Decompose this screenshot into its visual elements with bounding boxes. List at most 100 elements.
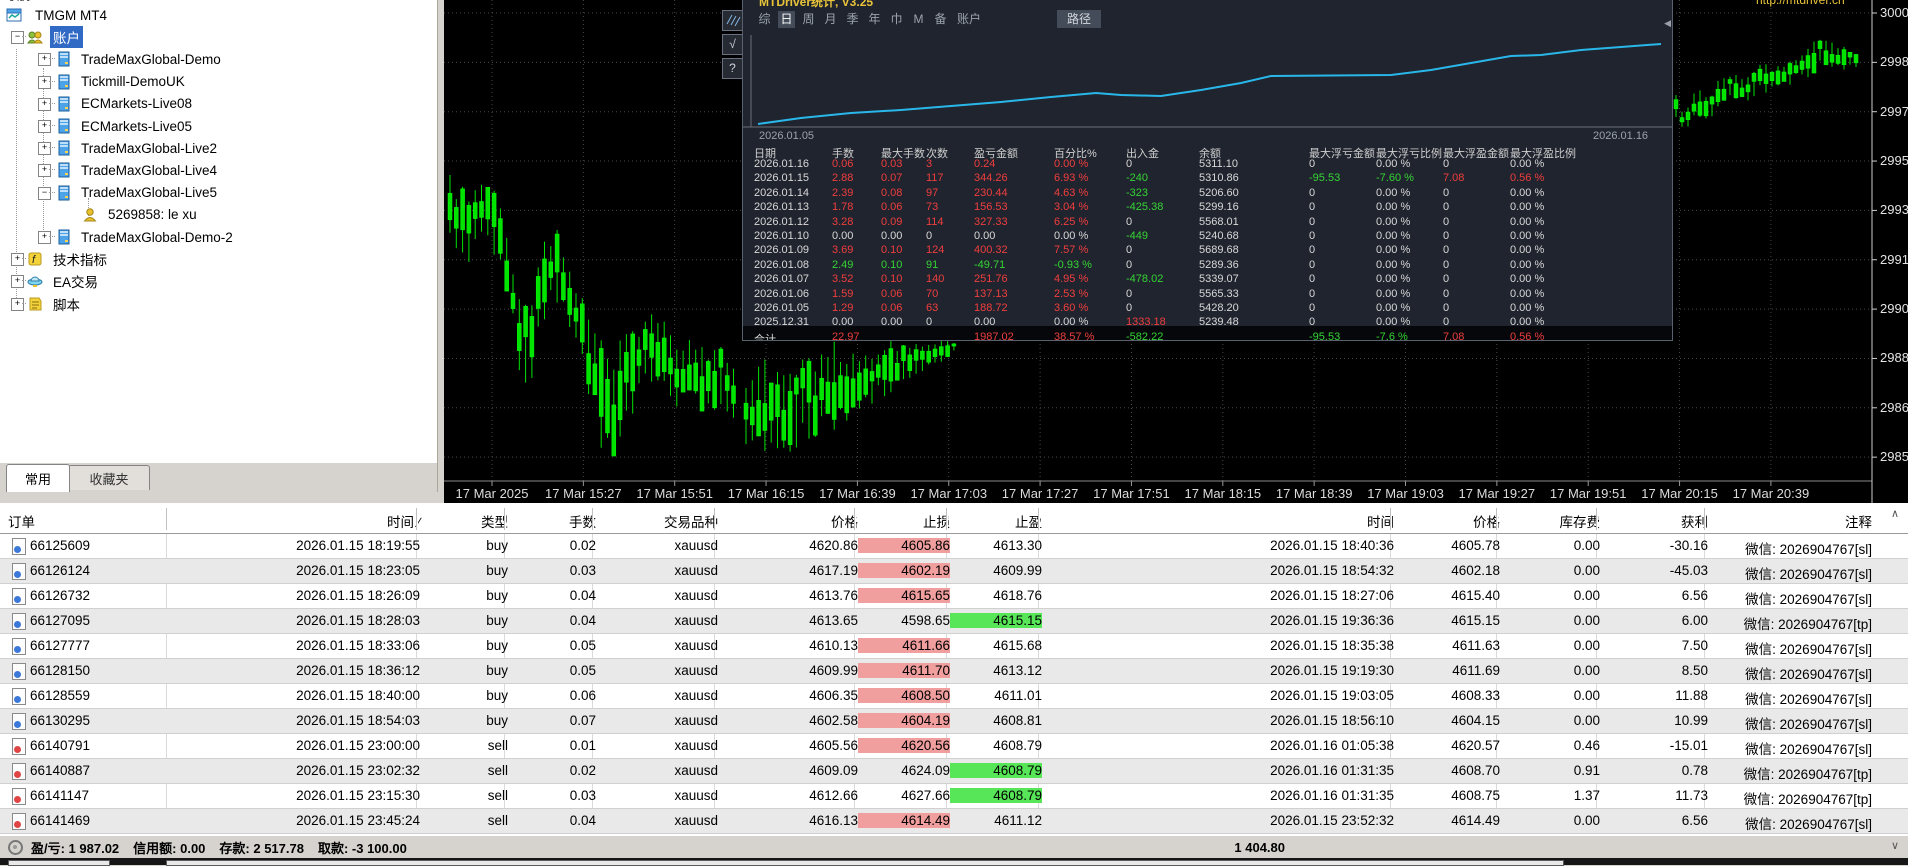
stats-cell: 0.08 xyxy=(881,186,903,199)
orders-header-lots[interactable]: 手数 xyxy=(508,511,596,531)
order-cell-tp: 4611.12 xyxy=(994,813,1042,828)
orders-header-tp[interactable]: 止盈 xyxy=(950,511,1042,531)
stats-cell: 0 xyxy=(1443,201,1450,214)
collapse-minus-icon[interactable]: − xyxy=(11,31,24,45)
question-button[interactable]: ? xyxy=(722,58,743,79)
order-row-66140887[interactable]: 66140887 2026.01.15 23:02:32 sell 0.02 xauus… xyxy=(0,759,1908,784)
orders-header-price[interactable]: 价格 xyxy=(718,511,858,531)
sidebar-item-tmgm-mt4[interactable]: TMGM MT4 xyxy=(0,4,437,26)
order-cell-close_price: 4602.18 xyxy=(1451,563,1500,578)
order-cell-close_price: 4608.75 xyxy=(1451,788,1500,803)
order-cell-swap: 0.00 xyxy=(1573,563,1600,578)
order-cell-close_time: 2026.01.16 01:31:35 xyxy=(1270,763,1394,778)
expand-plus-icon[interactable]: + xyxy=(38,53,51,67)
chart-url-watermark: http://mtdriver.cn xyxy=(1756,0,1845,7)
order-cell-tp: 4613.30 xyxy=(993,538,1042,553)
stats-cell: 3.60 % xyxy=(1054,302,1089,314)
sidebar-item--[interactable]: + f 技术指标 xyxy=(0,248,437,270)
orders-header-separator xyxy=(714,508,716,530)
orders-header-sl[interactable]: 止损 xyxy=(858,511,950,531)
stats-cell: 400.32 xyxy=(974,244,1008,257)
order-row-66126732[interactable]: 66126732 2026.01.15 18:26:09 buy 0.04 xauusd… xyxy=(0,584,1908,609)
expand-plus-icon[interactable]: + xyxy=(38,164,51,178)
order-cell-tp: 4613.12 xyxy=(993,663,1042,678)
orders-header-id[interactable]: 订单 xyxy=(8,511,170,531)
order-row-66125609[interactable]: 66125609 2026.01.15 18:19:55 buy 0.02 xauusd… xyxy=(0,534,1908,559)
stats-cell: 3.28 xyxy=(832,215,854,228)
stats-cell: 0 xyxy=(1443,244,1450,257)
stats-cell: 0 xyxy=(1443,316,1450,329)
orders-header-close_price[interactable]: 价格 xyxy=(1394,511,1500,531)
order-cell-symbol: xauusd xyxy=(674,538,718,553)
stats-cell: 0 xyxy=(926,316,933,329)
expand-plus-icon[interactable]: + xyxy=(11,253,24,267)
orders-header-open_time[interactable]: 时间 ∕ xyxy=(170,511,420,531)
order-row-66130295[interactable]: 66130295 2026.01.15 18:54:03 buy 0.07 xauusd… xyxy=(0,709,1908,734)
order-row-66126124[interactable]: 66126124 2026.01.15 18:23:05 buy 0.03 xauusd… xyxy=(0,559,1908,584)
expand-plus-icon[interactable]: + xyxy=(38,142,51,156)
ea-icon xyxy=(27,273,43,289)
order-cell-type: buy xyxy=(486,663,508,678)
collapse-minus-icon[interactable]: − xyxy=(38,186,51,200)
sidebar-item-5269858-le-xu[interactable]: 5269858: le xu xyxy=(0,204,437,226)
order-row-66127777[interactable]: 66127777 2026.01.15 18:33:06 buy 0.05 xauusd… xyxy=(0,634,1908,659)
scroll-down-button[interactable]: ∨ xyxy=(1886,839,1904,855)
tab-favorites[interactable]: 收藏夹 xyxy=(68,465,150,490)
stats-cell: 0 xyxy=(1126,258,1133,271)
tab-common[interactable]: 常用 xyxy=(6,464,70,492)
sidebar-item-ecmarkets-live05[interactable]: + ECMarkets-Live05 xyxy=(0,115,437,137)
order-cell-price: 4606.35 xyxy=(809,688,858,703)
check-button[interactable]: √ xyxy=(722,34,743,55)
orders-header-swap[interactable]: 库存费 xyxy=(1500,511,1601,531)
order-row-66128150[interactable]: 66128150 2026.01.15 18:36:12 buy 0.05 xauusd… xyxy=(0,659,1908,684)
order-cell-profit: 0.78 xyxy=(1681,763,1708,778)
indicator-icon: f xyxy=(27,251,43,267)
order-row-66141147[interactable]: 66141147 2026.01.15 23:15:30 sell 0.03 xauus… xyxy=(0,784,1908,809)
stats-cell: 0 xyxy=(1309,244,1316,257)
sidebar-item-trademaxglobal-live4[interactable]: + TradeMaxGlobal-Live4 xyxy=(0,159,437,181)
chart-lines-button[interactable] xyxy=(722,10,743,31)
expand-plus-icon[interactable]: + xyxy=(38,75,51,89)
stats-cell: 3 xyxy=(926,158,933,170)
sell-order-icon xyxy=(12,788,26,805)
orders-header-symbol[interactable]: 交易品种 xyxy=(596,511,718,531)
order-row-66141469[interactable]: 66141469 2026.01.15 23:45:24 sell 0.04 xauus… xyxy=(0,809,1908,834)
panel-collapse-icon[interactable]: ◀ xyxy=(1664,18,1671,29)
sidebar-item-ea-[interactable]: + EA交易 xyxy=(0,270,437,292)
orders-header-comment[interactable]: 注释 xyxy=(1708,511,1872,531)
expand-plus-icon[interactable]: + xyxy=(11,297,24,311)
order-cell-profit: 6.56 xyxy=(1681,813,1708,828)
sidebar-item-trademaxglobal-demo-2[interactable]: + TradeMaxGlobal-Demo-2 xyxy=(0,226,437,248)
stats-cell: 5299.16 xyxy=(1199,201,1239,214)
orders-header-profit[interactable]: 获利 xyxy=(1600,511,1708,531)
expand-plus-icon[interactable]: + xyxy=(38,231,51,244)
order-row-66140791[interactable]: 66140791 2026.01.15 23:00:00 sell 0.01 xauus… xyxy=(0,734,1908,759)
sidebar-item-tickmill-demouk[interactable]: + Tickmill-DemoUK xyxy=(0,71,437,93)
expand-plus-icon[interactable]: + xyxy=(38,120,51,133)
orders-header-type[interactable]: 类型 xyxy=(420,511,508,531)
price-tick-label: 2998.80 xyxy=(1880,54,1908,70)
tree-connector-stub xyxy=(49,58,55,60)
stats-cell: 63 xyxy=(926,302,939,314)
scroll-up-button[interactable]: ∧ xyxy=(1886,507,1904,523)
order-cell-tp: 4608.79 xyxy=(993,738,1042,753)
navigator-panel: 导航 TMGM MT4−账户+TradeMaxGlobal-Demo+Tickm… xyxy=(0,0,438,463)
stats-cell: 0 xyxy=(1309,186,1316,199)
sidebar-item--[interactable]: − 账户 xyxy=(0,26,437,49)
sidebar-item-ecmarkets-live08[interactable]: + ECMarkets-Live08 xyxy=(0,93,437,115)
order-row-66127095[interactable]: 66127095 2026.01.15 18:28:03 buy 0.04 xauusd… xyxy=(0,609,1908,634)
stats-cell: 0.00 % xyxy=(1510,273,1545,286)
stats-cell: -323 xyxy=(1126,186,1149,199)
status-segment: 信用额: 0.00 xyxy=(133,841,206,856)
sidebar-item--[interactable]: + 脚本 xyxy=(0,293,437,315)
sidebar-item-trademaxglobal-live5[interactable]: − TradeMaxGlobal-Live5 xyxy=(0,182,437,204)
expand-plus-icon[interactable]: + xyxy=(11,275,24,289)
expand-plus-icon[interactable]: + xyxy=(38,97,51,111)
stats-cell: 0 xyxy=(1309,302,1316,314)
sidebar-item-trademaxglobal-live2[interactable]: + TradeMaxGlobal-Live2 xyxy=(0,137,437,159)
order-cell-sl: 4615.65 xyxy=(858,588,950,603)
orders-header-close_time[interactable]: 时间 xyxy=(1042,511,1394,531)
sidebar-item-trademaxglobal-demo[interactable]: + TradeMaxGlobal-Demo xyxy=(0,48,437,70)
script-icon xyxy=(27,296,43,312)
order-row-66128559[interactable]: 66128559 2026.01.15 18:40:00 buy 0.06 xauusd… xyxy=(0,684,1908,709)
